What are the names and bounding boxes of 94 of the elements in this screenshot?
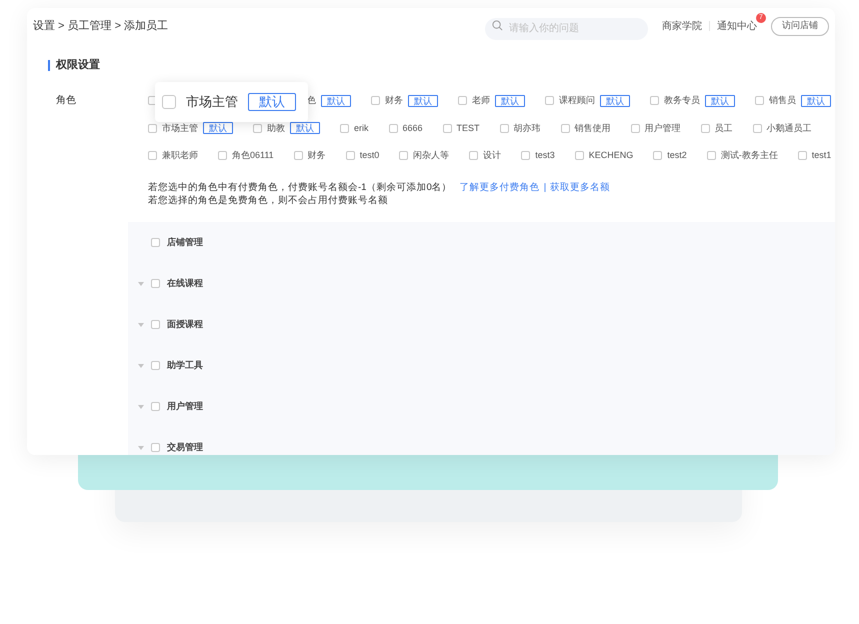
checkbox[interactable] bbox=[653, 151, 662, 160]
role-label[interactable]: 兼职老师 bbox=[162, 149, 198, 162]
checkbox[interactable] bbox=[574, 151, 584, 160]
checkbox[interactable] bbox=[469, 151, 478, 160]
caret-icon[interactable] bbox=[138, 446, 144, 450]
checkbox[interactable] bbox=[545, 96, 554, 106]
role-label[interactable]: 角色06111 bbox=[232, 149, 274, 162]
checkbox[interactable] bbox=[706, 151, 716, 160]
header-link[interactable]: 通知中心 bbox=[717, 18, 757, 34]
search-field[interactable]: 请输入你的问题 bbox=[485, 18, 648, 40]
role-label[interactable]: 用户管理 bbox=[644, 122, 681, 135]
checkbox[interactable] bbox=[340, 124, 349, 133]
header-link[interactable]: 商家学院 bbox=[662, 18, 702, 34]
checkbox[interactable] bbox=[458, 96, 467, 106]
role-label[interactable]: TEST bbox=[456, 122, 480, 135]
role-label[interactable]: 员工 bbox=[714, 122, 733, 135]
checkbox[interactable] bbox=[162, 95, 176, 109]
role-label[interactable]: 财务 bbox=[308, 149, 326, 162]
checkbox[interactable] bbox=[650, 96, 659, 106]
notice-text: 若您选中的角色中有付费角色，付费账号名额会-1（剩余可添加0名） bbox=[148, 180, 452, 194]
checkbox[interactable] bbox=[521, 151, 530, 160]
default-tag: 默认 bbox=[495, 94, 525, 107]
role-label[interactable]: 助教 bbox=[267, 122, 285, 135]
role-label[interactable]: test3 bbox=[535, 149, 555, 162]
role-label[interactable]: 财务 bbox=[385, 94, 403, 108]
notice-text: 若您选择的角色是免费角色，则不会占用付费账号名额 bbox=[148, 194, 389, 206]
caret-icon[interactable] bbox=[138, 404, 144, 408]
role-label[interactable]: 销售使用 bbox=[574, 122, 611, 135]
more-quota-link[interactable]: 获取更多名额 bbox=[550, 180, 610, 194]
search-icon bbox=[492, 20, 503, 31]
role-label[interactable]: 6666 bbox=[402, 122, 423, 135]
role-label[interactable]: test0 bbox=[360, 149, 380, 162]
role-label[interactable]: test1 bbox=[812, 149, 832, 162]
checkbox[interactable] bbox=[253, 124, 262, 133]
default-tag: 默认 bbox=[248, 93, 296, 111]
checkbox[interactable] bbox=[151, 279, 160, 288]
default-tag: 默认 bbox=[321, 94, 351, 107]
checkbox[interactable] bbox=[294, 151, 303, 160]
visit-store-button[interactable]: 访问店铺 bbox=[771, 16, 829, 36]
permission-label[interactable]: 助学工具 bbox=[167, 358, 203, 372]
checkbox[interactable] bbox=[151, 402, 160, 411]
role-label[interactable]: 小鹅通员工 bbox=[766, 122, 812, 135]
role-label[interactable]: 市场主管 bbox=[186, 92, 238, 112]
paid-roles-link[interactable]: 了解更多付费角色 bbox=[460, 180, 540, 194]
checkbox[interactable] bbox=[399, 151, 408, 160]
checkbox[interactable] bbox=[755, 96, 764, 106]
checkbox[interactable] bbox=[346, 151, 355, 160]
default-tag: 默认 bbox=[408, 94, 438, 107]
permission-label[interactable]: 在线课程 bbox=[167, 276, 203, 290]
role-label[interactable]: KECHENG bbox=[588, 149, 634, 162]
role-label[interactable]: 销售员 bbox=[769, 94, 796, 108]
checkbox[interactable] bbox=[148, 151, 157, 160]
role-label[interactable]: 闲杂人等 bbox=[413, 149, 450, 162]
caret-icon[interactable] bbox=[138, 282, 144, 286]
checkbox[interactable] bbox=[500, 124, 509, 133]
default-tag: 默认 bbox=[203, 122, 233, 134]
role-label[interactable]: 老师 bbox=[472, 94, 490, 108]
permission-label[interactable]: 店铺管理 bbox=[167, 236, 203, 250]
permission-label[interactable]: 面授课程 bbox=[167, 318, 203, 332]
checkbox[interactable] bbox=[151, 238, 160, 247]
role-label[interactable]: 市场主管 bbox=[162, 122, 198, 135]
checkbox[interactable] bbox=[630, 124, 640, 133]
default-tag: 默认 bbox=[600, 94, 630, 107]
breadcrumb: 设置 > 员工管理 > 添加员工 bbox=[33, 18, 168, 34]
checkbox[interactable] bbox=[151, 361, 160, 370]
permission-label[interactable]: 交易管理 bbox=[167, 440, 203, 454]
role-label[interactable]: 测试-教务主任 bbox=[720, 149, 778, 162]
role-label[interactable]: 课程顾问 bbox=[559, 94, 595, 108]
role-label[interactable]: erik bbox=[354, 122, 369, 135]
checkbox[interactable] bbox=[148, 124, 157, 133]
checkbox[interactable] bbox=[442, 124, 452, 133]
checkbox[interactable] bbox=[560, 124, 570, 133]
checkbox[interactable] bbox=[371, 96, 380, 106]
checkbox[interactable] bbox=[218, 151, 227, 160]
checkbox[interactable] bbox=[752, 124, 762, 133]
default-tag: 默认 bbox=[705, 94, 735, 107]
link-separator: | bbox=[544, 180, 546, 194]
role-label[interactable]: 设计 bbox=[483, 149, 502, 162]
default-tag: 默认 bbox=[801, 94, 831, 107]
checkbox[interactable] bbox=[151, 443, 160, 452]
role-label[interactable]: 色 bbox=[307, 94, 316, 108]
default-tag: 默认 bbox=[290, 122, 320, 134]
role-label[interactable]: 教务专员 bbox=[664, 94, 700, 108]
caret-icon[interactable] bbox=[138, 364, 144, 368]
caret-icon[interactable] bbox=[138, 322, 144, 326]
role-label[interactable]: 胡亦玮 bbox=[514, 122, 541, 135]
section-title: 权限设置 bbox=[56, 58, 100, 73]
role-label[interactable]: test2 bbox=[667, 149, 687, 162]
checkbox[interactable] bbox=[388, 124, 398, 133]
checkbox[interactable] bbox=[798, 151, 807, 160]
checkbox[interactable] bbox=[700, 124, 710, 133]
permission-label[interactable]: 用户管理 bbox=[167, 400, 203, 414]
field-label: 角色 bbox=[55, 94, 77, 108]
checkbox[interactable] bbox=[151, 320, 160, 329]
